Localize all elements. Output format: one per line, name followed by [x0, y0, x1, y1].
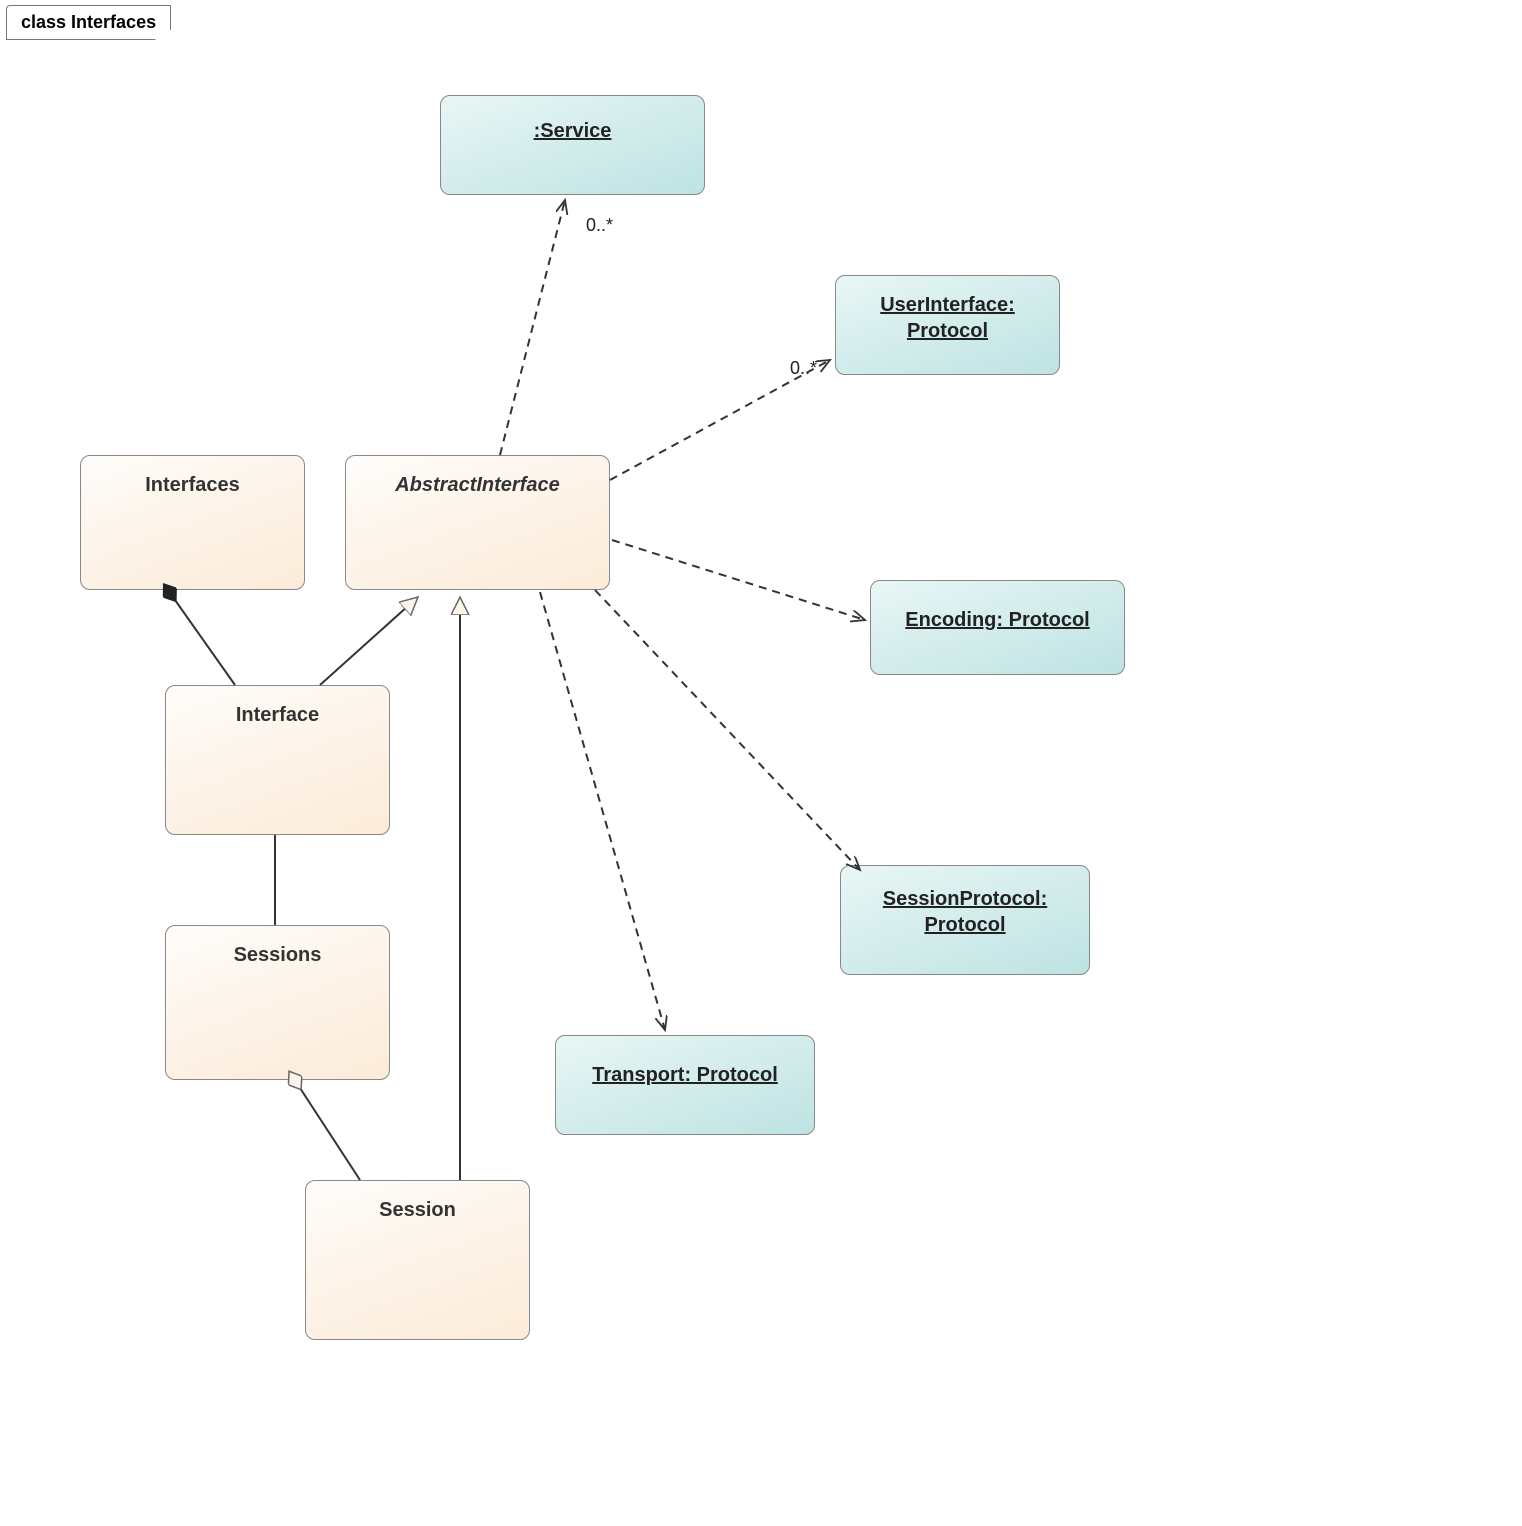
agg-sessions-session [300, 1088, 360, 1180]
node-interfaces: Interfaces [80, 455, 305, 590]
node-transport-label: Transport: Protocol [592, 1064, 778, 1086]
diagram-canvas: class Interfaces :Service UserInterface:… [0, 0, 1522, 1526]
node-session-label: Session [379, 1199, 456, 1221]
gen-interface-to-abstract [320, 597, 418, 685]
dep-abstract-to-encoding [612, 540, 865, 620]
node-abstractinterface-label: AbstractInterface [395, 474, 560, 496]
node-sessionprotocol: SessionProtocol: Protocol [840, 865, 1090, 975]
frame-label: class Interfaces [6, 5, 171, 40]
node-service: :Service [440, 95, 705, 195]
node-sessions-label: Sessions [234, 944, 322, 966]
node-transport: Transport: Protocol [555, 1035, 815, 1135]
node-encoding-label: Encoding: Protocol [905, 609, 1089, 631]
node-session: Session [305, 1180, 530, 1340]
node-sessionprotocol-l2: Protocol [924, 914, 1005, 936]
node-userinterface-l1: UserInterface: [880, 294, 1015, 316]
multiplicity-service: 0..* [586, 215, 613, 236]
node-userinterface: UserInterface: Protocol [835, 275, 1060, 375]
multiplicity-userinterface: 0..* [790, 358, 817, 379]
node-abstractinterface: AbstractInterface [345, 455, 610, 590]
node-interface-label: Interface [236, 704, 319, 726]
dep-abstract-to-sessionprotocol [595, 590, 860, 870]
node-sessionprotocol-l1: SessionProtocol: [883, 888, 1047, 910]
dep-abstract-to-transport [540, 592, 665, 1030]
node-service-label: :Service [534, 120, 612, 142]
node-sessions: Sessions [165, 925, 390, 1080]
dep-abstract-to-service [500, 200, 565, 455]
comp-interfaces-interface [175, 600, 235, 685]
node-encoding: Encoding: Protocol [870, 580, 1125, 675]
node-userinterface-l2: Protocol [907, 320, 988, 342]
node-interface: Interface [165, 685, 390, 835]
node-interfaces-label: Interfaces [145, 474, 240, 496]
